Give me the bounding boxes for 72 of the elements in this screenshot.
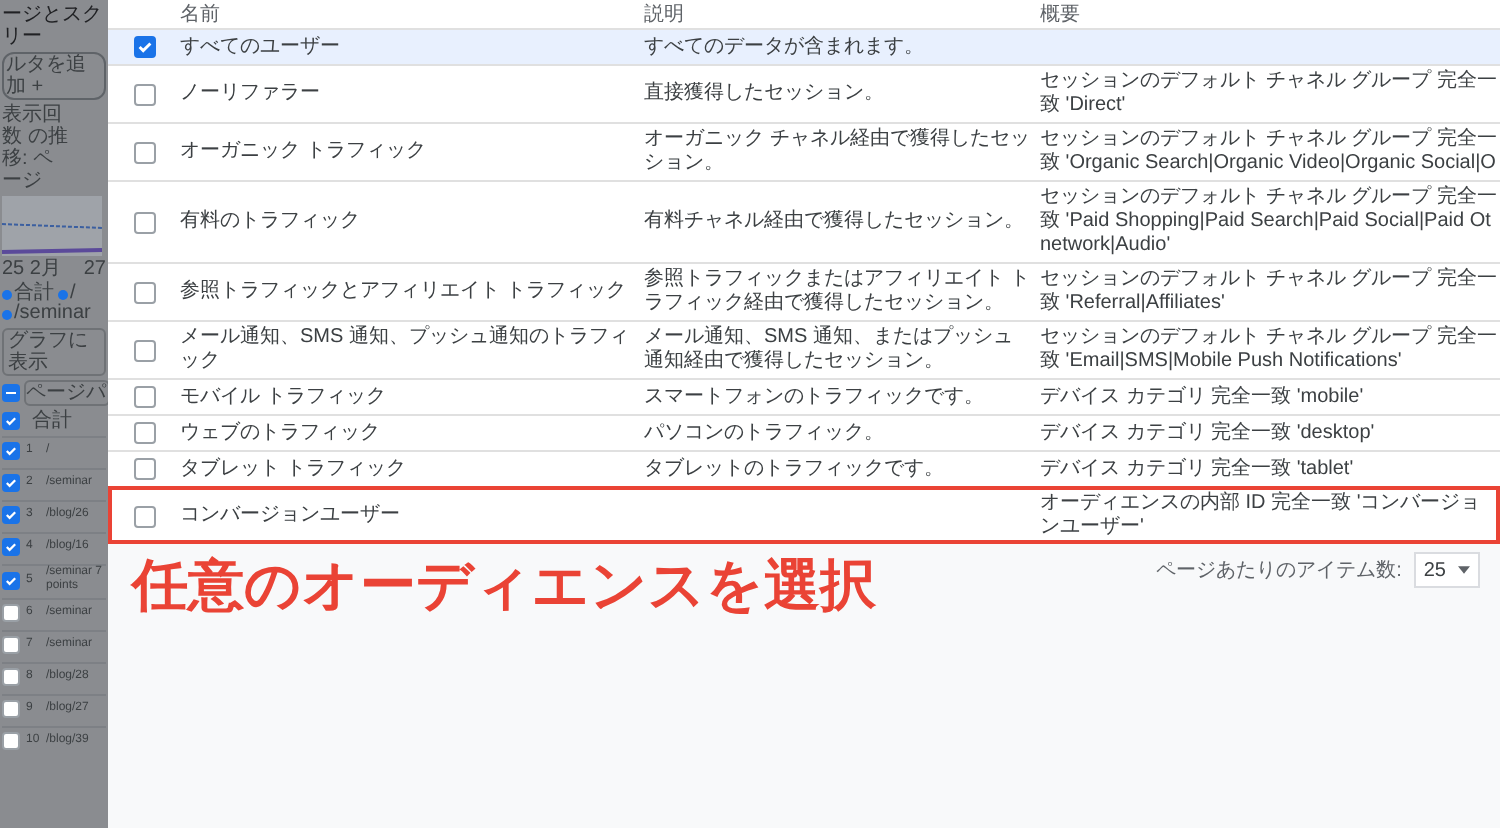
audience-summary: デバイス カテゴリ 完全一致 'desktop': [1040, 421, 1377, 445]
audience-summary: セッションのデフォルト チャネル グループ 完全一致 'Referral|Affiliates': [1040, 268, 1499, 316]
audience-description: スマートフォンのトラフィックです。: [644, 385, 986, 409]
audience-summary: オーディエンスの内部 ID 完全一致 'コンバージョンユーザー': [1040, 492, 1483, 540]
column-header: 概要: [1040, 3, 1082, 25]
audience-description: 直接獲得したセッション。: [644, 82, 886, 106]
line-chart-drawing: [2, 196, 102, 256]
page-title: ージとスクリー: [2, 4, 104, 48]
checkbox[interactable]: [2, 442, 20, 460]
checkbox[interactable]: [2, 538, 20, 556]
checkbox[interactable]: [2, 474, 20, 492]
checkbox[interactable]: [2, 700, 20, 718]
audience-summary: デバイス カテゴリ 完全一致 'mobile': [1040, 385, 1366, 409]
legend-label: 合計: [14, 284, 54, 304]
audience-name: オーガニック トラフィック: [180, 140, 428, 164]
audience-description: 有料チャネル経由で獲得したセッション。: [644, 210, 1026, 234]
checkbox[interactable]: [2, 604, 20, 622]
annotation-text: 任意のオーディエンスを選択: [132, 552, 876, 620]
audience-name: 有料のトラフィック: [180, 210, 362, 234]
chart-title: 表示回数 の推移: ページ: [2, 104, 70, 192]
checkbox[interactable]: [133, 386, 155, 408]
checkbox[interactable]: [133, 505, 155, 527]
caret-icon: [1458, 566, 1470, 574]
audience-summary: セッションのデフォルト チャネル グループ 完全一致 'Email|SMS|Mobile Push Notifications': [1040, 326, 1499, 374]
checkbox[interactable]: [133, 422, 155, 444]
column-header: 説明: [644, 3, 686, 25]
audience-name: ノーリファラー: [180, 82, 322, 106]
axis-label: 25 2月: [2, 260, 61, 280]
audience-summary: デバイス カテゴリ 完全一致 'tablet': [1040, 457, 1356, 481]
checkbox[interactable]: [133, 83, 155, 105]
audience-description: オーガニック チャネル経由で獲得したセッション。: [644, 128, 1032, 176]
checkbox[interactable]: [133, 339, 155, 361]
search-field[interactable]: ページパ: [24, 380, 108, 406]
audience-name: 参照トラフィックとアフィリエイト トラフィック: [180, 280, 628, 304]
checkbox[interactable]: [133, 281, 155, 303]
audience-summary: セッションのデフォルト チャネル グループ 完全一致 'Direct': [1040, 70, 1499, 118]
checkbox[interactable]: [133, 141, 155, 163]
audience-description: パソコンのトラフィック。: [644, 421, 886, 445]
audience-summary: セッションのデフォルト チャネル グループ 完全一致 'Organic Search|Organic Video|Organic Social|O: [1040, 128, 1499, 176]
column-header: 名前: [180, 3, 222, 25]
checkbox[interactable]: [133, 36, 155, 58]
audience-description: 参照トラフィックまたはアフィリエイト トラフィック経由で獲得したセッション。: [644, 268, 1032, 316]
checkbox[interactable]: [2, 412, 20, 430]
audience-description: タブレットのトラフィックです。: [644, 457, 946, 481]
checkbox[interactable]: [133, 211, 155, 233]
checkbox[interactable]: [2, 571, 20, 589]
audience-row[interactable]: すべてのユーザー すべてのデータが含まれます。: [108, 28, 1500, 64]
legend-label: /seminar: [14, 304, 91, 324]
checkbox[interactable]: [133, 458, 155, 480]
checkbox[interactable]: [2, 636, 20, 654]
checkbox[interactable]: [2, 732, 20, 750]
audience-row[interactable]: ウェブのトラフィック パソコンのトラフィック。 デバイス カテゴリ 完全一致 'desktop': [108, 414, 1500, 450]
highlighted-row[interactable]: コンバージョンユーザー オーディエンスの内部 ID 完全一致 'コンバージョンユーザー': [108, 486, 1500, 544]
audience-name: メール通知、SMS 通知、プッシュ通知のトラフィック: [180, 326, 631, 374]
audience-summary: セッションのデフォルト チャネル グループ 完全一致 'Paid Shopping|Paid Search|Paid Social|Paid Ot network|Audio': [1040, 186, 1499, 258]
audience-description: メール通知、SMS 通知、またはプッシュ通知経由で獲得したセッション。: [644, 326, 1015, 374]
audience-row[interactable]: タブレット トラフィック タブレットのトラフィックです。 デバイス カテゴリ 完全一致 'tablet': [108, 450, 1500, 486]
total-label: 合計: [32, 410, 72, 432]
audience-name: ウェブのトラフィック: [180, 421, 382, 445]
checkbox[interactable]: [2, 668, 20, 686]
checkbox[interactable]: [2, 506, 20, 524]
indeterminate-checkbox[interactable]: [2, 384, 20, 402]
audience-description: すべてのデータが含まれます。: [644, 35, 926, 59]
page-size-dropdown[interactable]: 25: [1413, 552, 1480, 588]
audience-row[interactable]: モバイル トラフィック スマートフォンのトラフィックです。 デバイス カテゴリ 完全一致 'mobile': [108, 378, 1500, 414]
audience-name: タブレット トラフィック: [180, 457, 408, 481]
items-per-page-label: ページあたりのアイテム数:: [1156, 557, 1402, 585]
audience-name: すべてのユーザー: [180, 35, 342, 59]
audience-name: モバイル トラフィック: [180, 385, 388, 409]
audience-name: コンバージョンユーザー: [180, 504, 402, 528]
axis-label: 27: [83, 260, 106, 280]
legend-label: /: [70, 284, 76, 304]
